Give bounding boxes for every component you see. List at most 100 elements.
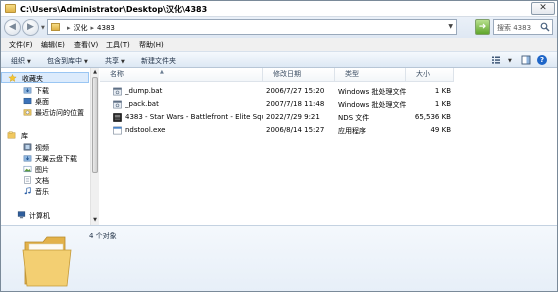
nav-pictures[interactable]: 图片 [1,164,89,175]
file-size: 1 KB [434,100,451,108]
file-name: ndstool.exe [125,126,166,134]
nav-favorites-label: 收藏夹 [22,75,43,83]
table-row[interactable]: _pack.bat 2007/7/18 11:48 Windows 批处理文件 … [100,99,557,110]
file-name: 4383 - Star Wars - Battlefront - Elite S… [125,113,263,121]
scrollbar-thumb[interactable] [92,77,98,173]
menu-help[interactable]: 帮助(H) [139,40,164,50]
close-button[interactable]: ✕ [531,2,555,15]
include-in-library-button[interactable]: 包含到库中 ▼ [47,56,88,66]
nav-videos[interactable]: 视频 [1,142,89,153]
organize-label: 组织 [11,57,25,65]
share-button[interactable]: 共享 ▼ [105,56,125,66]
download-folder-icon [23,155,32,162]
navigation-scrollbar[interactable]: ▲ ▼ [90,68,99,225]
star-icon [8,74,17,82]
file-size: 65,536 KB [414,113,451,121]
chevron-down-icon: ▼ [27,59,31,65]
nav-favorites[interactable]: 收藏夹 [1,72,89,83]
file-type: NDS 文件 [338,114,370,122]
menu-edit[interactable]: 编辑(E) [41,40,65,50]
column-header-size[interactable]: 大小 [406,68,454,82]
breadcrumb-separator: ▸ [67,24,71,32]
new-folder-button[interactable]: 新建文件夹 [141,56,176,66]
recent-places-icon [23,109,32,116]
view-dropdown-icon[interactable]: ▼ [506,56,512,64]
file-type: Windows 批处理文件 [338,101,407,109]
breadcrumb-item-4383[interactable]: 4383 [97,24,115,32]
window-title: C:\Users\Administrator\Desktop\汉化\4383 [20,5,208,14]
forward-button[interactable]: ▶ [22,19,39,36]
sort-ascending-icon: ▲ [160,69,164,75]
nav-downloads-label: 下载 [35,87,49,95]
nav-computer-label: 计算机 [29,212,50,220]
nds-file-icon [113,113,122,122]
explorer-window: C:\Users\Administrator\Desktop\汉化\4383 ✕… [0,0,558,292]
nav-desktop-label: 桌面 [35,98,49,106]
column-header-size-label: 大小 [416,70,430,78]
file-name: _pack.bat [125,100,159,108]
nav-libraries-label: 库 [21,132,28,140]
table-row[interactable]: ndstool.exe 2006/8/14 15:27 应用程序 49 KB [100,125,557,136]
search-placeholder: 搜索 4383 [497,24,532,32]
search-input[interactable]: 搜索 4383 [493,19,553,35]
preview-pane-icon[interactable] [521,55,531,65]
file-name: _dump.bat [125,87,163,95]
folder-icon [22,236,72,287]
column-header-name-label: 名称 [110,70,124,78]
refresh-button[interactable]: ➜ [475,19,490,35]
chevron-down-icon: ▼ [84,59,88,65]
file-modified: 2006/7/27 15:20 [266,87,325,95]
nav-computer[interactable]: 计算机 [1,210,89,221]
music-icon [24,187,31,195]
batch-file-icon [113,87,122,96]
scroll-up-icon[interactable]: ▲ [91,68,99,77]
desktop-icon [23,97,32,105]
back-button[interactable]: ◀ [4,19,21,36]
file-modified: 2006/8/14 15:27 [266,126,325,134]
menu-tools[interactable]: 工具(T) [106,40,130,50]
command-bar: 组织 ▼ 包含到库中 ▼ 共享 ▼ 新建文件夹 ▼ ? [1,51,557,68]
table-row[interactable]: 4383 - Star Wars - Battlefront - Elite S… [100,112,557,123]
forward-arrow-icon: ▶ [27,22,34,32]
column-header-modified[interactable]: 修改日期 [263,68,335,82]
title-bar: C:\Users\Administrator\Desktop\汉化\4383 ✕ [1,1,557,17]
breadcrumb: ▸ 汉化 ▸ 4383 [64,23,115,33]
exe-file-icon [113,126,122,135]
help-icon[interactable]: ? [537,55,547,65]
computer-icon [17,211,26,219]
table-row[interactable]: _dump.bat 2006/7/27 15:20 Windows 批处理文件 … [100,86,557,97]
nav-recent[interactable]: 最近访问的位置 [1,107,89,118]
breadcrumb-item-hanhua[interactable]: 汉化 [74,24,88,32]
nav-tianyi-downloads[interactable]: 天翼云盘下载 [1,153,89,164]
menu-view[interactable]: 查看(V) [74,40,98,50]
nav-libraries[interactable]: 库 [1,130,89,141]
column-header-name[interactable]: ▲ 名称 [100,68,263,82]
nav-documents[interactable]: 文档 [1,175,89,186]
nav-recent-label: 最近访问的位置 [35,109,84,117]
view-options-icon[interactable] [491,55,501,65]
file-list: ▲ 名称 修改日期 类型 大小 _dump.bat 2006/7/27 15:2… [100,68,557,225]
scroll-down-icon[interactable]: ▼ [91,216,99,225]
pictures-icon [23,165,32,173]
address-dropdown-icon[interactable]: ▼ [448,23,453,30]
nav-pictures-label: 图片 [35,166,49,174]
folder-icon [51,23,60,31]
details-pane: 4 个对象 [1,225,557,291]
file-type: Windows 批处理文件 [338,88,407,96]
nav-music[interactable]: 音乐 [1,186,89,197]
share-label: 共享 [105,57,119,65]
organize-button[interactable]: 组织 ▼ [11,56,31,66]
back-arrow-icon: ◀ [9,22,16,32]
nav-desktop[interactable]: 桌面 [1,96,89,107]
nav-music-label: 音乐 [35,188,49,196]
file-size: 49 KB [430,126,451,134]
item-count: 4 个对象 [89,232,117,240]
documents-icon [24,176,31,184]
chevron-down-icon: ▼ [121,59,125,65]
nav-downloads[interactable]: 下载 [1,85,89,96]
menu-file[interactable]: 文件(F) [9,40,33,50]
column-header-type[interactable]: 类型 [335,68,406,82]
address-bar[interactable]: ▸ 汉化 ▸ 4383 ▼ [47,19,457,35]
history-dropdown-icon[interactable]: ▼ [41,25,45,31]
nav-documents-label: 文档 [35,177,49,185]
